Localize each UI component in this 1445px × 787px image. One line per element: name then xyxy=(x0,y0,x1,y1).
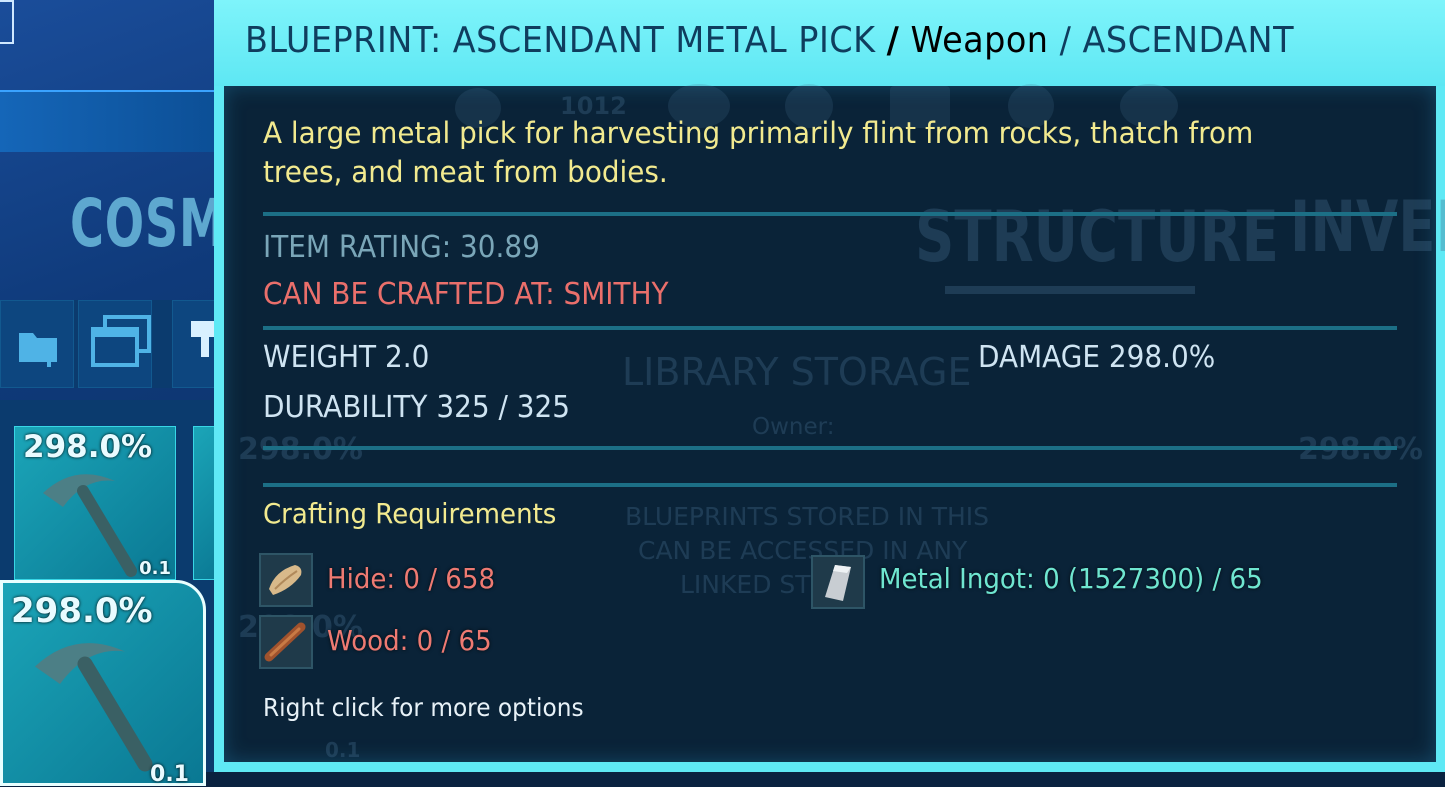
inventory-grid: 298.0% 0.1 298.0% 0.1 xyxy=(0,400,225,787)
slot-weight: 0.1 xyxy=(150,762,189,787)
wood-icon xyxy=(259,615,313,669)
divider xyxy=(263,483,1397,487)
cosmetics-tab-label[interactable]: COSM xyxy=(70,185,226,262)
ghost-tab-underline xyxy=(945,286,1195,294)
metal-pick-icon xyxy=(35,643,153,772)
new-folder-icon xyxy=(19,333,57,367)
title-separator: / xyxy=(886,20,900,61)
item-description: A large metal pick for harvesting primar… xyxy=(263,116,1254,189)
item-rating: ITEM RATING: 30.89 xyxy=(263,230,540,265)
item-name: BLUEPRINT: ASCENDANT METAL PICK xyxy=(245,20,876,61)
metal-pick-icon xyxy=(43,474,137,577)
item-weight: WEIGHT 2.0 xyxy=(263,340,430,375)
windows-icon xyxy=(91,315,151,367)
item-quality: ASCENDANT xyxy=(1082,20,1294,61)
crafting-station: CAN BE CRAFTED AT: SMITHY xyxy=(263,277,669,312)
inventory-slot[interactable]: 298.0% 0.1 xyxy=(14,426,176,580)
crafting-requirements-title: Crafting Requirements xyxy=(263,497,557,530)
right-click-hint: Right click for more options xyxy=(263,693,584,722)
header-band xyxy=(0,90,215,152)
folder-toolbar xyxy=(0,300,221,388)
hide-icon xyxy=(259,553,313,607)
new-folder-button[interactable] xyxy=(0,300,74,388)
slot-damage-percent: 298.0% xyxy=(11,591,153,631)
metal-ingot-icon xyxy=(811,555,865,609)
divider xyxy=(263,446,1397,450)
tooltip-title: BLUEPRINT: ASCENDANT METAL PICK / Weapon… xyxy=(245,20,1294,61)
item-damage: DAMAGE 298.0% xyxy=(978,340,1216,375)
background-panel: COSM 298.0% 0.1 298.0% 0.1 xyxy=(0,0,225,787)
requirement-hide: Hide: 0 / 658 xyxy=(327,562,496,595)
item-category: Weapon xyxy=(910,20,1049,61)
transfer-button[interactable] xyxy=(172,300,221,388)
item-durability: DURABILITY 325 / 325 xyxy=(263,390,570,425)
panel-corner xyxy=(0,0,14,44)
divider xyxy=(263,212,1397,216)
inventory-slot-selected[interactable]: 298.0% 0.1 xyxy=(0,580,206,787)
requirement-wood: Wood: 0 / 65 xyxy=(327,624,492,657)
requirement-metal-ingot: Metal Ingot: 0 (1527300) / 65 xyxy=(879,562,1263,595)
divider xyxy=(263,326,1397,330)
title-separator: / xyxy=(1059,20,1072,61)
slot-weight: 0.1 xyxy=(139,558,171,579)
slot-damage-percent: 298.0% xyxy=(23,429,153,465)
window-toggle-button[interactable] xyxy=(78,300,152,388)
